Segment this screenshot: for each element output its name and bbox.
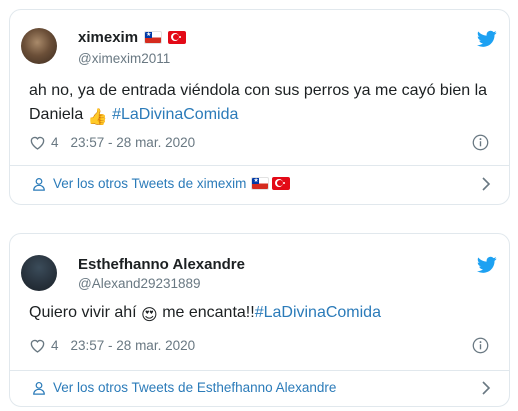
tweet-meta: 4 23:57 - 28 mar. 2020 [29,337,489,354]
like-button[interactable]: 4 [29,338,59,353]
user-handle[interactable]: @Alexand29231889 [78,276,201,291]
turkey-flag-icon [272,177,291,190]
chevron-right-icon [482,380,491,395]
user-handle[interactable]: @ximexim2011 [78,51,170,66]
like-count: 4 [51,338,59,353]
twitter-bird-icon[interactable] [477,30,497,48]
display-name[interactable]: Esthefhanno Alexandre [78,256,245,273]
turkey-flag-icon [168,31,187,44]
divider [10,370,509,371]
author-name-row[interactable]: Esthefhanno Alexandre [78,256,245,273]
heart-eyes-emoji: 😍 [141,307,158,324]
tweet-card: Esthefhanno Alexandre @Alexand29231889 Q… [9,233,510,407]
user-icon [33,381,45,395]
chile-flag-icon [251,177,270,190]
more-tweets-label: Ver los otros Tweets de ximexim [53,176,247,191]
more-tweets-link[interactable]: Ver los otros Tweets de Esthefhanno Alex… [32,380,491,395]
thumbs-up-emoji: 👍 [87,109,108,126]
tweet-card: ximexim @ximexim2011 ah no, ya de entrad… [9,9,510,205]
display-name[interactable]: ximexim [78,29,138,46]
avatar[interactable] [21,28,57,64]
tweet-text-body: me encanta!! [162,304,255,321]
like-count: 4 [51,135,59,150]
tweet-meta: 4 23:57 - 28 mar. 2020 [29,134,489,151]
tweet-text: ah no, ya de entrada viéndola con sus pe… [29,79,489,130]
heart-icon [30,136,45,150]
avatar[interactable] [21,255,57,291]
like-button[interactable]: 4 [29,135,59,150]
hashtag-link[interactable]: #LaDivinaComida [112,106,238,123]
tweet-timestamp[interactable]: 23:57 - 28 mar. 2020 [71,338,196,353]
hashtag-link[interactable]: #LaDivinaComida [255,304,381,321]
tweet-timestamp[interactable]: 23:57 - 28 mar. 2020 [71,135,196,150]
chevron-right-icon [482,176,491,191]
divider [10,165,509,166]
chile-flag-icon [144,31,163,44]
info-icon[interactable] [472,134,489,151]
tweet-text: Quiero vivir ahí 😍 me encanta!!#LaDivina… [29,301,489,328]
tweet-text-body: Quiero vivir ahí [29,304,137,321]
more-tweets-label: Ver los otros Tweets de Esthefhanno Alex… [53,380,337,395]
author-name-row[interactable]: ximexim [78,29,187,46]
user-icon [33,177,45,191]
heart-icon [30,339,45,353]
twitter-bird-icon[interactable] [477,256,497,274]
info-icon[interactable] [472,337,489,354]
more-tweets-link[interactable]: Ver los otros Tweets de ximexim [32,176,491,191]
